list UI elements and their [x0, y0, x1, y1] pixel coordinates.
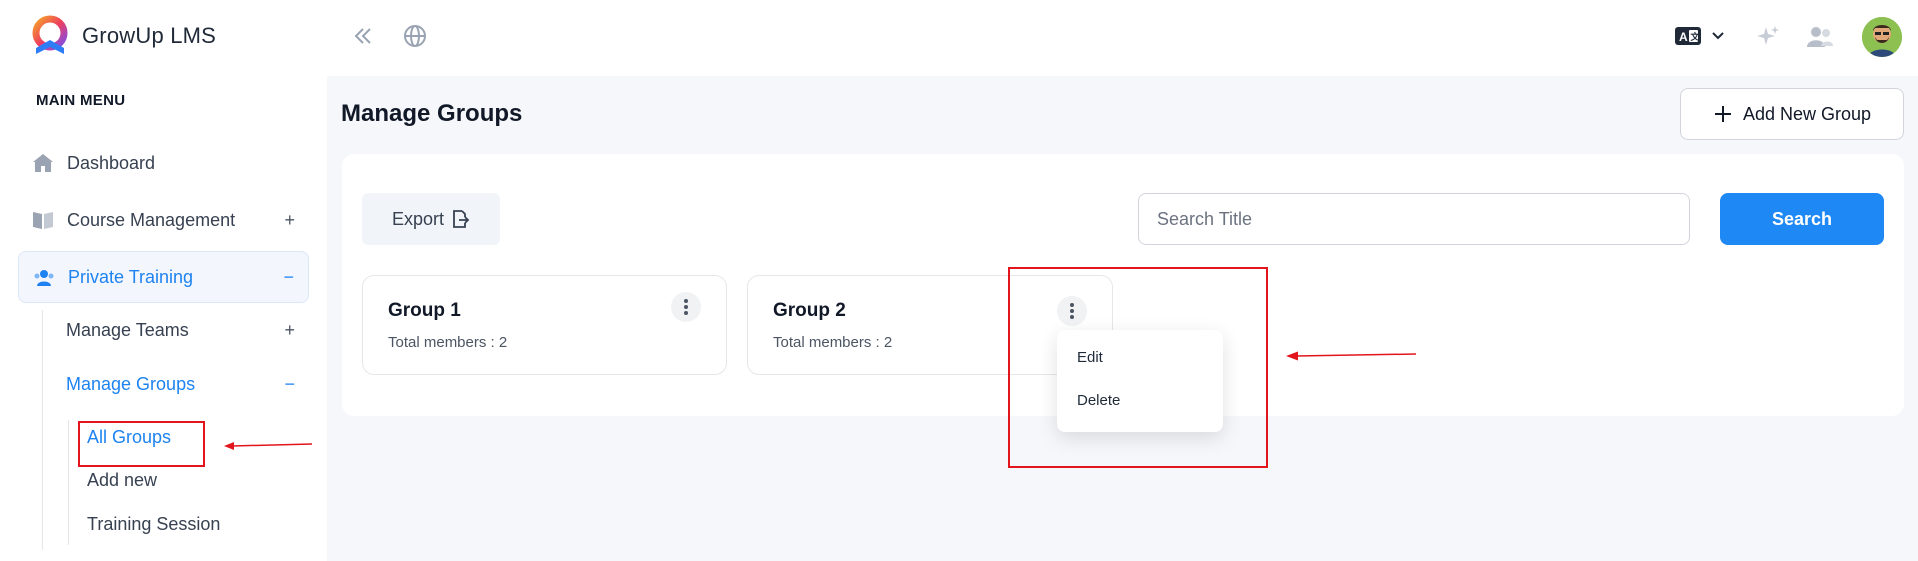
add-new-group-button[interactable]: Add New Group [1680, 88, 1904, 140]
sidebar-item-add-new[interactable]: Add new [87, 470, 157, 491]
sidebar-item-training-session[interactable]: Training Session [87, 514, 220, 535]
users-icon [34, 270, 54, 286]
kebab-icon [684, 299, 688, 315]
export-label: Export [391, 208, 445, 229]
collapse-sign-icon[interactable]: − [284, 374, 295, 395]
sidebar-item-label: Manage Groups [66, 373, 196, 394]
annotation-arrow [224, 442, 313, 450]
app-logo[interactable]: GrowUp LMS [28, 14, 216, 58]
home-icon [33, 154, 53, 172]
language-selector[interactable]: A 文 [1675, 26, 1725, 46]
search-input[interactable] [1138, 193, 1690, 245]
tree-line [68, 420, 69, 545]
group-card[interactable]: Group 1 Total members : 2 [362, 275, 727, 375]
menu-title: MAIN MENU [36, 92, 126, 109]
sidebar-item-label: Manage Teams [66, 319, 189, 340]
app-name: GrowUp LMS [82, 23, 217, 48]
tree-line [42, 310, 43, 550]
annotation-arrow [1286, 351, 1417, 361]
sidebar-item-manage-groups[interactable]: Manage Groups − [66, 366, 309, 402]
expand-icon[interactable]: + [284, 320, 295, 341]
search-button[interactable]: Search [1720, 193, 1884, 245]
chevron-down-icon [1712, 32, 1724, 40]
annotation-box [78, 421, 205, 467]
globe-icon[interactable] [403, 24, 427, 48]
logo-icon [32, 15, 68, 54]
export-button[interactable]: Export [362, 193, 500, 245]
group-name: Group 1 [388, 300, 461, 321]
book-icon [33, 212, 53, 229]
sidebar: GrowUp LMS MAIN MENU Dashboard Course Ma… [0, 0, 327, 561]
collapse-icon[interactable] [352, 26, 374, 46]
add-new-group-label: Add New Group [1742, 103, 1872, 124]
sidebar-item-course-management[interactable]: Course Management + [18, 194, 309, 246]
annotation-box [1008, 267, 1268, 468]
team-icon[interactable] [1807, 26, 1833, 48]
sidebar-item-dashboard[interactable]: Dashboard [18, 137, 309, 189]
export-icon [453, 210, 470, 228]
group-members: Total members : 2 [773, 334, 893, 351]
group-members: Total members : 2 [388, 334, 508, 351]
sidebar-item-label: Course Management [67, 209, 236, 230]
sidebar-item-private-training[interactable]: Private Training − [18, 251, 309, 303]
sidebar-item-manage-teams[interactable]: Manage Teams + [66, 312, 309, 348]
translate-icon: A 文 [1675, 27, 1701, 45]
sidebar-item-label: Dashboard [67, 152, 156, 173]
sidebar-item-label: Private Training [68, 266, 194, 287]
collapse-sign-icon[interactable]: − [283, 267, 294, 288]
avatar[interactable] [1862, 17, 1902, 57]
sparkle-icon[interactable] [1756, 25, 1780, 49]
group-menu-button[interactable] [671, 292, 701, 322]
svg-text:文: 文 [1690, 31, 1701, 42]
expand-icon[interactable]: + [284, 210, 295, 231]
top-bar: A 文 [327, 0, 1918, 76]
plus-icon [1714, 106, 1731, 122]
avatar-icon [1862, 17, 1902, 57]
page-title: Manage Groups [341, 100, 523, 127]
svg-text:A: A [1679, 30, 1688, 44]
group-name: Group 2 [773, 300, 846, 321]
